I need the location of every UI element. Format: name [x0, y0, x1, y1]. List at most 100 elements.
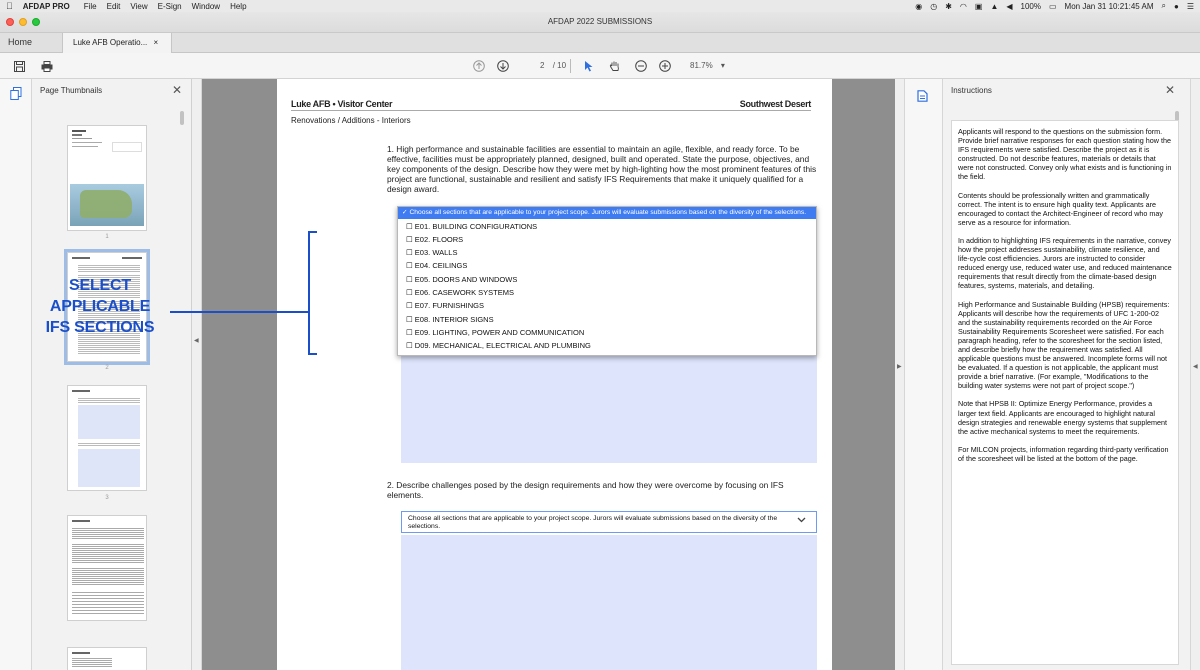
battery-percent[interactable]: 100%	[1021, 2, 1041, 11]
display-icon[interactable]: ▣	[975, 2, 983, 11]
window-title: AFDAP 2022 SUBMISSIONS	[547, 17, 653, 26]
airplay-icon[interactable]: ▲	[990, 2, 998, 11]
wifi-icon[interactable]: ◠	[960, 2, 967, 11]
zoom-in-icon[interactable]	[658, 59, 672, 73]
question-2: 2. Describe challenges posed by the desi…	[387, 480, 784, 500]
project-name: Luke AFB • Visitor Center	[291, 99, 393, 109]
thumbnail-page-1[interactable]	[67, 125, 147, 231]
thumb-paragraph	[72, 544, 144, 564]
control-center-icon[interactable]: ☰	[1187, 2, 1194, 11]
menu-esign[interactable]: E-Sign	[158, 2, 182, 11]
thumb-text-line	[72, 134, 82, 136]
siri-icon[interactable]: ●	[1174, 2, 1179, 11]
bluetooth-icon[interactable]: ✱	[945, 2, 952, 11]
tab-close-icon[interactable]: ×	[154, 38, 159, 47]
ifs-sections-select-2[interactable]: Choose all sections that are applicable …	[401, 511, 817, 533]
instructions-paragraph: Contents should be professionally writte…	[958, 190, 1163, 227]
select-tool-icon[interactable]	[582, 59, 596, 73]
window-title-bar: AFDAP 2022 SUBMISSIONS	[0, 12, 1200, 33]
climate-region: Southwest Desert	[739, 99, 812, 109]
volume-icon[interactable]: ◀	[1006, 2, 1012, 11]
option-e04[interactable]: ☐ E04. CEILINGS	[398, 259, 816, 272]
thumb-text-line	[72, 390, 90, 392]
thumb-paragraph	[72, 528, 144, 540]
thumbnails-title: Page Thumbnails	[40, 86, 103, 95]
thumb-text-line	[72, 520, 90, 522]
thumb-paragraph	[72, 568, 144, 586]
apple-icon[interactable]: 	[6, 1, 13, 11]
thumbnail-page-4[interactable]	[67, 515, 147, 621]
chevron-left-icon: ◀	[194, 338, 199, 344]
annotation-connector	[170, 311, 310, 313]
tab-home[interactable]: Home	[0, 33, 60, 52]
zoom-out-icon[interactable]	[634, 59, 648, 73]
creative-cloud-icon[interactable]: ◉	[915, 2, 922, 11]
thumb-text-line	[72, 138, 92, 139]
thumb-text-line	[72, 257, 90, 259]
option-e01[interactable]: ☐ E01. BUILDING CONFIGURATIONS	[398, 220, 816, 233]
annotation-callout: SELECT APPLICABLE IFS SECTIONS	[40, 275, 160, 338]
menu-help[interactable]: Help	[230, 2, 246, 11]
option-e05[interactable]: ☐ E05. DOORS AND WINDOWS	[398, 273, 816, 286]
close-instructions-icon[interactable]: ✕	[1165, 83, 1175, 97]
menu-bar:  AFDAP PRO File Edit View E-Sign Window…	[0, 0, 1200, 12]
annotation-bracket-bottom	[308, 353, 317, 355]
right-collapse-handle[interactable]: ▶	[895, 79, 905, 670]
left-collapse-handle[interactable]: ◀	[192, 79, 202, 670]
project-category: Renovations / Additions - Interiors	[291, 116, 411, 125]
thumbnails-scrollbar[interactable]	[180, 111, 184, 125]
app-name[interactable]: AFDAP PRO	[23, 2, 70, 11]
instructions-paragraph: For MILCON projects, information regardi…	[958, 444, 1169, 463]
thumbnail-page-5[interactable]	[67, 647, 147, 670]
option-e07[interactable]: ☐ E07. FURNISHINGS	[398, 299, 816, 312]
previous-page-icon[interactable]	[472, 59, 486, 73]
select-2-text: Choose all sections that are applicable …	[408, 515, 778, 530]
thumb-field	[78, 449, 140, 487]
menu-edit[interactable]: Edit	[107, 2, 121, 11]
annotation-line-3: IFS SECTIONS	[45, 319, 155, 336]
option-e03[interactable]: ☐ E03. WALLS	[398, 246, 816, 259]
toolbar-divider	[570, 59, 571, 73]
annotation-bracket	[308, 231, 310, 355]
time-machine-icon[interactable]: ◷	[930, 2, 937, 11]
zoom-level-dropdown[interactable]: 81.7% ▾	[690, 61, 725, 70]
option-e09[interactable]: ☐ E09. LIGHTING, POWER AND COMMUNICATION	[398, 326, 816, 339]
option-d09[interactable]: ☐ D09. MECHANICAL, ELECTRICAL AND PLUMBI…	[398, 339, 816, 352]
menu-window[interactable]: Window	[192, 2, 220, 11]
thumb-paragraph	[78, 265, 140, 273]
clock[interactable]: Mon Jan 31 10:21:45 AM	[1065, 2, 1154, 11]
menu-view[interactable]: View	[130, 2, 147, 11]
thumbnail-page-3[interactable]	[67, 385, 147, 491]
hand-tool-icon[interactable]	[608, 59, 622, 73]
chevron-left-icon: ◀	[1193, 364, 1198, 370]
instructions-panel-icon[interactable]	[917, 89, 928, 107]
chevron-down-icon: ▾	[720, 61, 725, 70]
tab-document[interactable]: Luke AFB Operatio... ×	[62, 33, 172, 53]
document-viewer: Luke AFB • Visitor Center Southwest Dese…	[202, 79, 895, 670]
page-total: / 10	[552, 61, 567, 70]
ifs-sections-dropdown[interactable]: ✓ Choose all sections that are applicabl…	[397, 206, 817, 356]
annotation-line-1: SELECT	[69, 277, 131, 294]
spotlight-search-icon[interactable]: ⌕	[1162, 1, 1166, 11]
battery-icon[interactable]: ▭	[1049, 2, 1057, 11]
instructions-title: Instructions	[951, 86, 992, 95]
print-icon[interactable]	[40, 59, 54, 73]
option-e08[interactable]: ☐ E08. INTERIOR SIGNS	[398, 313, 816, 326]
dropdown-selected-option[interactable]: ✓ Choose all sections that are applicabl…	[398, 207, 816, 219]
far-right-collapse-handle[interactable]: ◀	[1190, 79, 1200, 670]
thumb-text-line	[72, 652, 90, 654]
tab-document-label: Luke AFB Operatio...	[73, 38, 148, 47]
option-e06[interactable]: ☐ E06. CASEWORK SYSTEMS	[398, 286, 816, 299]
annotation-line-2: APPLICABLE	[49, 298, 151, 315]
chevron-right-icon: ▶	[897, 364, 902, 370]
next-page-icon[interactable]	[496, 59, 510, 73]
page-number-input[interactable]: 2	[540, 61, 544, 70]
document-page: Luke AFB • Visitor Center Southwest Dese…	[277, 79, 832, 670]
save-icon[interactable]	[12, 59, 26, 73]
thumb-text-line	[72, 146, 98, 147]
close-thumbnails-icon[interactable]: ✕	[172, 83, 182, 97]
menu-file[interactable]: File	[84, 2, 97, 11]
answer-field-2[interactable]	[401, 535, 817, 670]
thumbnails-panel-icon[interactable]	[10, 87, 22, 105]
option-e02[interactable]: ☐ E02. FLOORS	[398, 233, 816, 246]
